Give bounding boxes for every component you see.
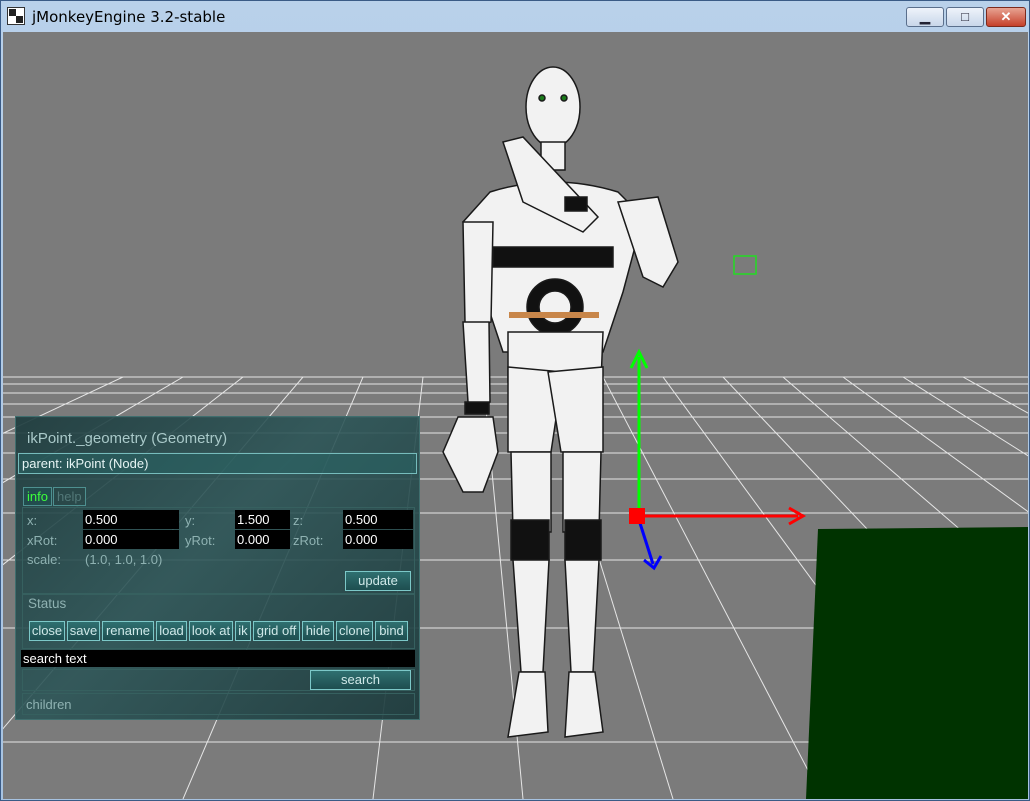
transform-group: x: 0.500 y: 1.500 z: 0.500 xRot: 0.000 y…: [22, 507, 415, 595]
ik-button[interactable]: ik: [235, 621, 251, 641]
search-button[interactable]: search: [310, 670, 411, 690]
minimize-button[interactable]: ▁: [906, 7, 944, 27]
ik-target-marker-icon[interactable]: [733, 255, 757, 275]
clone-button[interactable]: clone: [336, 621, 373, 641]
tab-help[interactable]: help: [53, 487, 86, 506]
search-area: search: [22, 669, 415, 691]
z-label: z:: [293, 513, 304, 528]
z-field[interactable]: 0.500: [343, 510, 413, 529]
rename-button[interactable]: rename: [102, 621, 154, 641]
xrot-field[interactable]: 0.000: [83, 530, 179, 549]
status-group: Status close save rename load look at ik…: [22, 593, 415, 649]
y-field[interactable]: 1.500: [235, 510, 290, 529]
children-label: children: [26, 697, 72, 712]
close-icon: ✕: [1000, 9, 1012, 24]
load-button[interactable]: load: [156, 621, 187, 641]
scale-label: scale:: [27, 552, 61, 567]
look-at-button[interactable]: look at: [189, 621, 233, 641]
3d-viewport[interactable]: ikPoint._geometry (Geometry) parent: ikP…: [3, 32, 1028, 799]
yrot-field[interactable]: 0.000: [235, 530, 290, 549]
zrot-field[interactable]: 0.000: [343, 530, 413, 549]
maximize-icon: □: [961, 9, 969, 24]
parent-node-link[interactable]: parent: ikPoint (Node): [18, 453, 417, 474]
bind-button[interactable]: bind: [375, 621, 408, 641]
y-label: y:: [185, 513, 196, 528]
xrot-label: xRot:: [27, 533, 58, 548]
maximize-button[interactable]: □: [946, 7, 984, 27]
floor-block: [806, 527, 1028, 799]
minimize-icon: ▁: [920, 9, 930, 24]
jmonkey-app-icon: [7, 7, 25, 25]
window-title: jMonkeyEngine 3.2-stable: [32, 8, 226, 26]
scale-value: (1.0, 1.0, 1.0): [85, 552, 163, 567]
save-button[interactable]: save: [67, 621, 100, 641]
close-window-button[interactable]: ✕: [986, 7, 1026, 27]
zrot-label: zRot:: [293, 533, 324, 548]
close-button[interactable]: close: [29, 621, 65, 641]
title-bar[interactable]: jMonkeyEngine 3.2-stable ▁ □ ✕: [1, 1, 1029, 32]
status-label: Status: [28, 596, 67, 611]
x-label: x:: [27, 513, 38, 528]
tab-info[interactable]: info: [23, 487, 52, 506]
panel-title: ikPoint._geometry (Geometry): [27, 430, 228, 447]
app-window: jMonkeyEngine 3.2-stable ▁ □ ✕ ikPoint._…: [0, 0, 1030, 801]
x-field[interactable]: 0.500: [83, 510, 179, 529]
update-button[interactable]: update: [345, 571, 411, 591]
children-group: children: [22, 693, 415, 715]
grid-off-button[interactable]: grid off: [253, 621, 300, 641]
inspector-panel: ikPoint._geometry (Geometry) parent: ikP…: [15, 416, 420, 720]
search-input[interactable]: search text: [21, 650, 415, 667]
hide-button[interactable]: hide: [302, 621, 334, 641]
yrot-label: yRot:: [185, 533, 216, 548]
robot-figure[interactable]: [442, 66, 679, 738]
